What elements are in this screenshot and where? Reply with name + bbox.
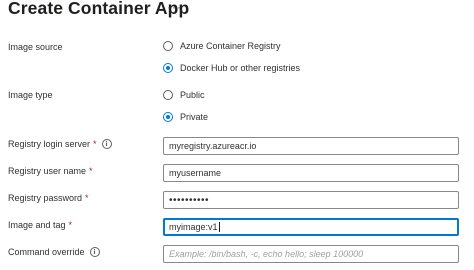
- image-type-label: Image type: [8, 90, 53, 100]
- info-icon[interactable]: i: [101, 139, 112, 149]
- radio-circle[interactable]: [163, 41, 173, 51]
- radio-label: Docker Hub or other registries: [180, 63, 301, 73]
- radio-azure-container-registry[interactable]: Azure Container Registry: [163, 41, 281, 51]
- image-type-label-text: Image type: [8, 90, 53, 100]
- registry-password-label: Registry password *: [8, 193, 89, 203]
- info-icon[interactable]: i: [89, 247, 100, 257]
- input-value: ••••••••••: [169, 194, 210, 206]
- radio-private[interactable]: Private: [163, 112, 208, 122]
- radio-docker-hub[interactable]: Docker Hub or other registries: [163, 63, 300, 73]
- label-text: Registry password: [8, 193, 83, 203]
- registry-user-name-label: Registry user name *: [8, 166, 93, 176]
- input-placeholder: Example: /bin/bash, -c, echo hello; slee…: [169, 249, 364, 259]
- required-mark: *: [93, 139, 97, 149]
- label-text: Registry user name: [8, 166, 87, 176]
- command-override-input[interactable]: Example: /bin/bash, -c, echo hello; slee…: [163, 245, 459, 263]
- page-title: Create Container App: [8, 0, 190, 18]
- text-cursor: [218, 222, 220, 232]
- command-override-label: Command override i: [8, 247, 100, 257]
- required-mark: *: [68, 220, 73, 230]
- image-and-tag-label: Image and tag *: [8, 220, 72, 230]
- image-and-tag-input[interactable]: myimage:v1: [163, 218, 459, 236]
- image-source-label-text: Image source: [8, 42, 63, 52]
- label-text: Registry login server: [8, 139, 91, 149]
- registry-login-server-input[interactable]: myregistry.azureacr.io: [163, 137, 459, 155]
- registry-password-input[interactable]: ••••••••••: [163, 191, 459, 209]
- input-value: myregistry.azureacr.io: [169, 141, 257, 151]
- radio-circle-selected[interactable]: [163, 112, 173, 122]
- radio-circle-selected[interactable]: [163, 63, 173, 73]
- radio-label: Azure Container Registry: [180, 41, 281, 51]
- required-mark: *: [85, 193, 89, 203]
- image-source-label: Image source: [8, 42, 63, 52]
- input-value: myimage:v1: [169, 222, 218, 232]
- radio-label: Private: [180, 112, 209, 122]
- radio-label: Public: [180, 90, 205, 100]
- more-options-button[interactable]: ···: [167, 0, 182, 14]
- label-text: Command override: [8, 247, 85, 257]
- required-mark: *: [89, 166, 93, 176]
- label-text: Image and tag: [8, 220, 66, 230]
- input-value: myusername: [169, 168, 222, 178]
- radio-circle[interactable]: [163, 90, 173, 100]
- registry-user-name-input[interactable]: myusername: [163, 164, 459, 182]
- registry-login-server-label: Registry login server * i: [8, 139, 112, 149]
- radio-public[interactable]: Public: [163, 90, 205, 100]
